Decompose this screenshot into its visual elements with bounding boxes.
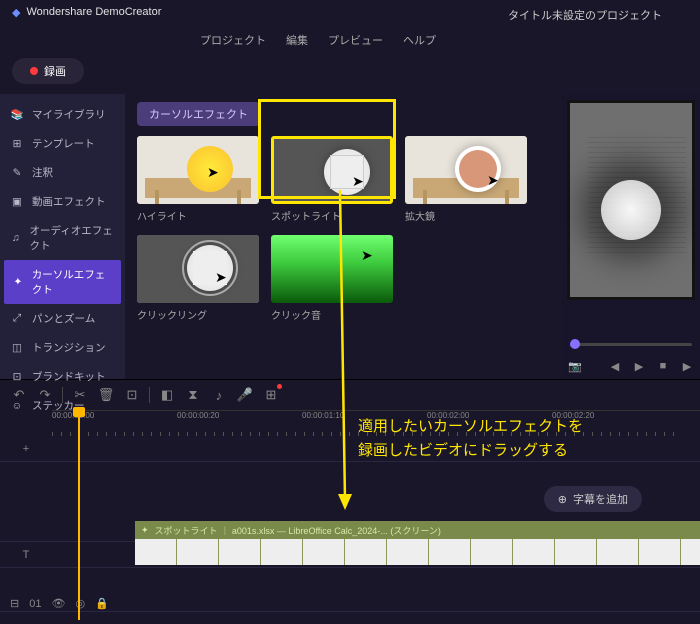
sidebar-item-label: ブランドキット [32,369,106,384]
ruler-tick: 00:00:00:20 [177,411,219,420]
stop-icon[interactable]: ■ [656,359,670,373]
undo-icon[interactable]: ↶ [10,386,28,404]
frame-thumb [303,539,345,565]
preview-panel: 📷 ◀ ▶ ■ ▶ [562,94,700,379]
sidebar-item-label: 注釈 [32,165,53,180]
frame-thumb [387,539,429,565]
effect-label: 拡大鏡 [405,208,527,223]
effect-thumb: ➤ [405,136,527,204]
sidebar-item-library[interactable]: 📚 マイライブラリ [0,100,125,129]
plus-icon: ⊕ [558,493,567,506]
frame-thumb [261,539,303,565]
sparkle-icon: ✦ [141,525,149,536]
frame-thumb [471,539,513,565]
audio-icon[interactable]: ♪ [210,386,228,404]
play-icon[interactable]: ▶ [632,359,646,373]
next-icon[interactable]: ▶ [680,359,694,373]
fx-icon[interactable]: ⊞ [262,386,280,404]
sidebar-item-label: 動画エフェクト [32,194,106,209]
timeline-clip[interactable]: ✦ スポットライト | a001s.xlsx — LibreOffice Cal… [135,521,700,539]
sidebar-item-label: カーソルエフェクト [32,267,111,297]
target-icon[interactable]: ◎ [75,597,85,610]
frame-thumb [429,539,471,565]
add-track-button[interactable]: + [0,443,52,455]
sidebar-item-panzoom[interactable]: ⤢ パンとズーム [0,304,125,333]
audio-fx-icon: ♫ [10,231,21,245]
frame-thumb [135,539,177,565]
frame-thumb [681,539,700,565]
speed-icon[interactable]: ⧗ [184,386,202,404]
effect-item[interactable]: ➤ 拡大鏡 [405,136,527,223]
annotation-text: 適用したいカーソルエフェクトを 録画したビデオにドラッグする [358,415,583,463]
preview-canvas [567,100,695,300]
menu-preview[interactable]: プレビュー [328,32,383,48]
crop-icon[interactable]: ⊡ [123,386,141,404]
sidebar-item-label: テンプレート [32,136,95,151]
library-icon: 📚 [10,108,24,122]
section-title: カーソルエフェクト [137,102,260,126]
sidebar-item-label: トランジション [32,340,106,355]
text-track-label[interactable]: T [0,549,52,561]
sidebar-item-video-fx[interactable]: ▣ 動画エフェクト [0,187,125,216]
sidebar: 📚 マイライブラリ ⊞ テンプレート ✎ 注釈 ▣ 動画エフェクト ♫ オーディオエフェクト ✦ カー… [0,94,125,379]
annotation-icon: ✎ [10,166,24,180]
sidebar-item-label: マイライブラリ [32,107,106,122]
eye-icon[interactable]: 👁 [51,597,65,610]
track-icon[interactable]: ⊟ [10,597,19,610]
sidebar-item-label: オーディオエフェクト [29,223,115,253]
record-button[interactable]: 録画 [12,58,84,84]
add-subtitle-button[interactable]: ⊕ 字幕を追加 [544,486,642,512]
brandkit-icon: ⊡ [10,370,24,384]
effect-item[interactable]: ➤ クリックリング [137,235,259,322]
effect-thumb: ➤ [137,136,259,204]
app-title: Wondershare DemoCreator [26,6,161,18]
sidebar-item-cursor-fx[interactable]: ✦ カーソルエフェクト [4,260,121,304]
frame-thumb [345,539,387,565]
clip-frames[interactable] [135,539,700,565]
menu-project[interactable]: プロジェクト [200,32,266,48]
delete-icon[interactable]: 🗑 [97,386,115,404]
sidebar-item-label: パンとズーム [32,311,95,326]
playhead[interactable] [78,410,80,620]
effect-label: クリックリング [137,307,259,322]
sidebar-item-template[interactable]: ⊞ テンプレート [0,129,125,158]
project-name: タイトル未設定のプロジェクト [508,7,662,23]
cut-icon[interactable]: ✂ [71,386,89,404]
app-logo-icon: ◆ [12,6,20,19]
camera-icon[interactable]: 📷 [568,359,582,373]
template-icon: ⊞ [10,137,24,151]
frame-thumb [219,539,261,565]
sidebar-item-transition[interactable]: ◫ トランジション [0,333,125,362]
frame-thumb [639,539,681,565]
record-dot-icon [30,67,38,75]
video-fx-icon: ▣ [10,195,24,209]
frame-thumb [555,539,597,565]
panzoom-icon: ⤢ [10,312,24,326]
menu-edit[interactable]: 編集 [286,32,308,48]
mic-icon[interactable]: 🎤 [236,386,254,404]
annotation-arrow [320,190,360,515]
effect-label: ハイライト [137,208,259,223]
clip-effect-name: スポットライト [155,524,218,537]
transition-icon: ◫ [10,341,24,355]
effect-thumb: ➤ [137,235,259,303]
effect-item[interactable]: ➤ ハイライト [137,136,259,223]
cursor-fx-icon: ✦ [12,275,24,289]
menu-help[interactable]: ヘルプ [403,32,436,48]
preview-slider[interactable] [570,343,692,349]
frame-thumb [597,539,639,565]
redo-icon[interactable]: ↷ [36,386,54,404]
frame-thumb [513,539,555,565]
sidebar-item-annotation[interactable]: ✎ 注釈 [0,158,125,187]
marker-icon[interactable]: ◧ [158,386,176,404]
prev-icon[interactable]: ◀ [608,359,622,373]
lock-icon[interactable]: 🔒 [95,597,109,610]
sidebar-item-audio-fx[interactable]: ♫ オーディオエフェクト [0,216,125,260]
track-count: 01 [29,598,41,610]
record-label: 録画 [44,63,66,79]
frame-thumb [177,539,219,565]
clip-file-name: a001s.xlsx — LibreOffice Calc_2024-... (… [232,524,441,537]
